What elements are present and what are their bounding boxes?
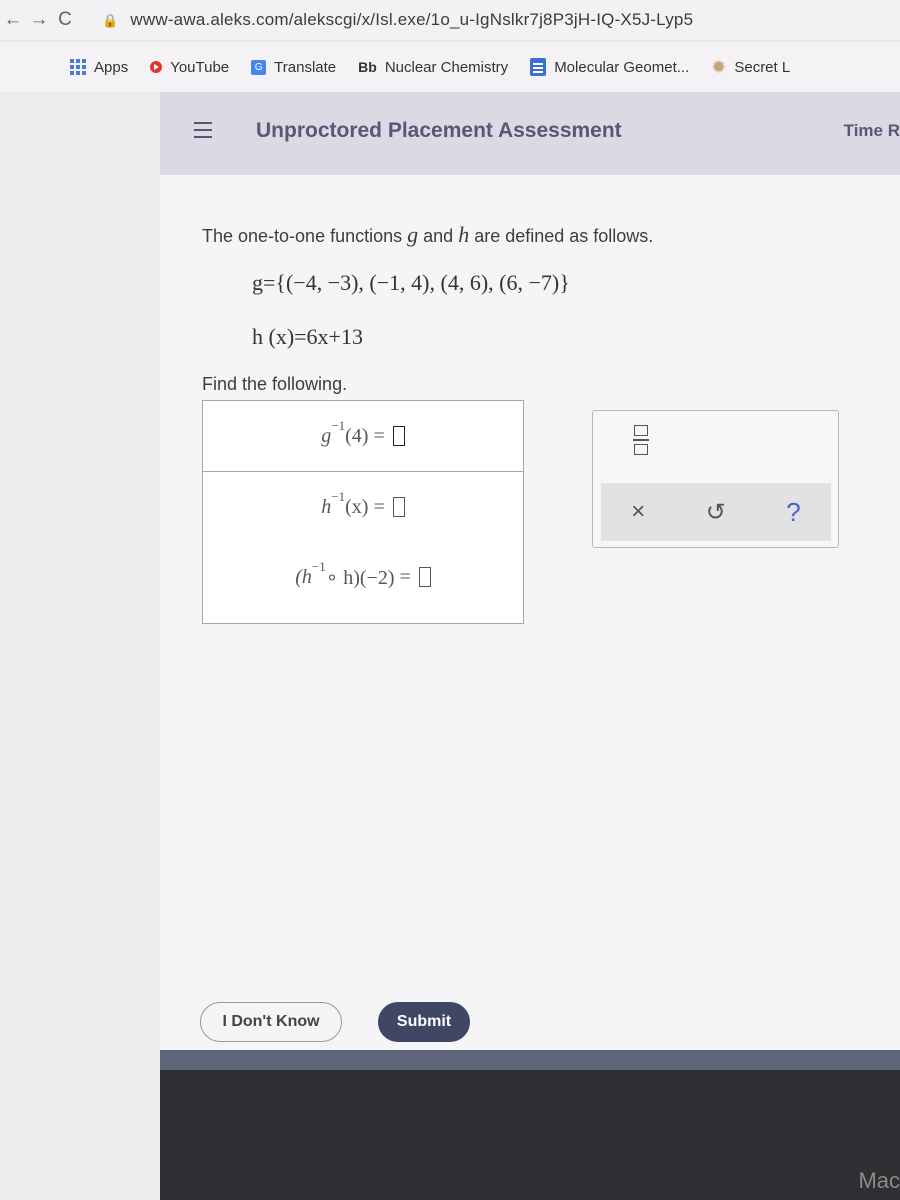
answer-row-g-inverse: g −1 (4) = [203, 401, 523, 472]
url-text: www-awa.aleks.com/alekscgi/x/Isl.exe/1o_… [130, 10, 694, 29]
bookmark-translate[interactable]: G Translate [251, 59, 336, 76]
undo-icon[interactable]: ↺ [706, 498, 726, 527]
aleks-app: Unproctored Placement Assessment Time R … [160, 92, 900, 1070]
reload-button[interactable]: C [52, 9, 78, 31]
time-remaining-label[interactable]: Time R [844, 121, 900, 141]
url-field[interactable]: 🔒 www-awa.aleks.com/alekscgi/x/Isl.exe/1o… [102, 10, 693, 30]
page-title: Unproctored Placement Assessment [256, 119, 622, 142]
menu-icon[interactable] [194, 122, 212, 138]
help-icon[interactable]: ? [786, 497, 800, 528]
question-area: The one-to-one functions g and h are def… [202, 222, 852, 624]
bookmark-secret[interactable]: ✹ Secret L [711, 57, 790, 78]
dont-know-button[interactable]: I Don't Know [200, 1002, 342, 1042]
laptop-bezel: Mac [160, 1070, 900, 1200]
answer-input-h-inverse-x[interactable] [392, 497, 405, 517]
h-definition: h (x)=6x+13 [252, 324, 363, 349]
desk-background [0, 92, 160, 1200]
address-bar: ← → C 🔒 www-awa.aleks.com/alekscgi/x/Isl.… [0, 0, 900, 40]
app-header: Unproctored Placement Assessment Time R [160, 92, 900, 175]
device-label: Mac [858, 1168, 900, 1193]
answer-row-h-inverse: h −1 (x) = [203, 472, 523, 542]
bookmark-molecular-geometry[interactable]: Molecular Geomet... [530, 58, 689, 76]
back-button[interactable]: ← [0, 9, 26, 31]
bookmark-apps[interactable]: Apps [0, 59, 128, 76]
blackboard-icon: Bb [358, 59, 377, 75]
answer-row-composition: (h −1 ∘ h)(−2) = [203, 542, 523, 612]
forward-button[interactable]: → [26, 9, 52, 31]
youtube-icon [150, 61, 163, 73]
lock-icon: 🔒 [102, 13, 119, 28]
bookmarks-bar: Apps YouTube G Translate Bb Nuclear Chem… [0, 42, 900, 92]
apps-grid-icon [70, 59, 86, 75]
submit-button[interactable]: Submit [378, 1002, 470, 1042]
answer-input-composition[interactable] [418, 567, 431, 587]
bookmark-nuclear-chemistry[interactable]: Bb Nuclear Chemistry [358, 59, 508, 76]
clear-icon[interactable]: × [631, 498, 645, 526]
keypad-actions: × ↺ ? [601, 483, 831, 541]
translate-icon: G [251, 59, 267, 75]
doc-icon [530, 58, 547, 76]
star-badge-icon: ✹ [711, 56, 727, 77]
find-label: Find the following. [202, 374, 348, 394]
math-keypad: × ↺ ? [592, 410, 839, 548]
answer-input-g-inverse-4[interactable] [392, 426, 405, 446]
g-definition: g={(−4, −3), (−1, 4), (4, 6), (6, −7)} [252, 270, 570, 295]
fraction-icon[interactable] [633, 425, 649, 455]
question-prompt: The one-to-one functions g and h are def… [202, 222, 654, 247]
bookmark-youtube[interactable]: YouTube [150, 59, 229, 76]
footer-strip [160, 1050, 900, 1070]
answer-panel: g −1 (4) = h −1 (x) = (h −1 ∘ h)(−2) = [202, 400, 524, 624]
